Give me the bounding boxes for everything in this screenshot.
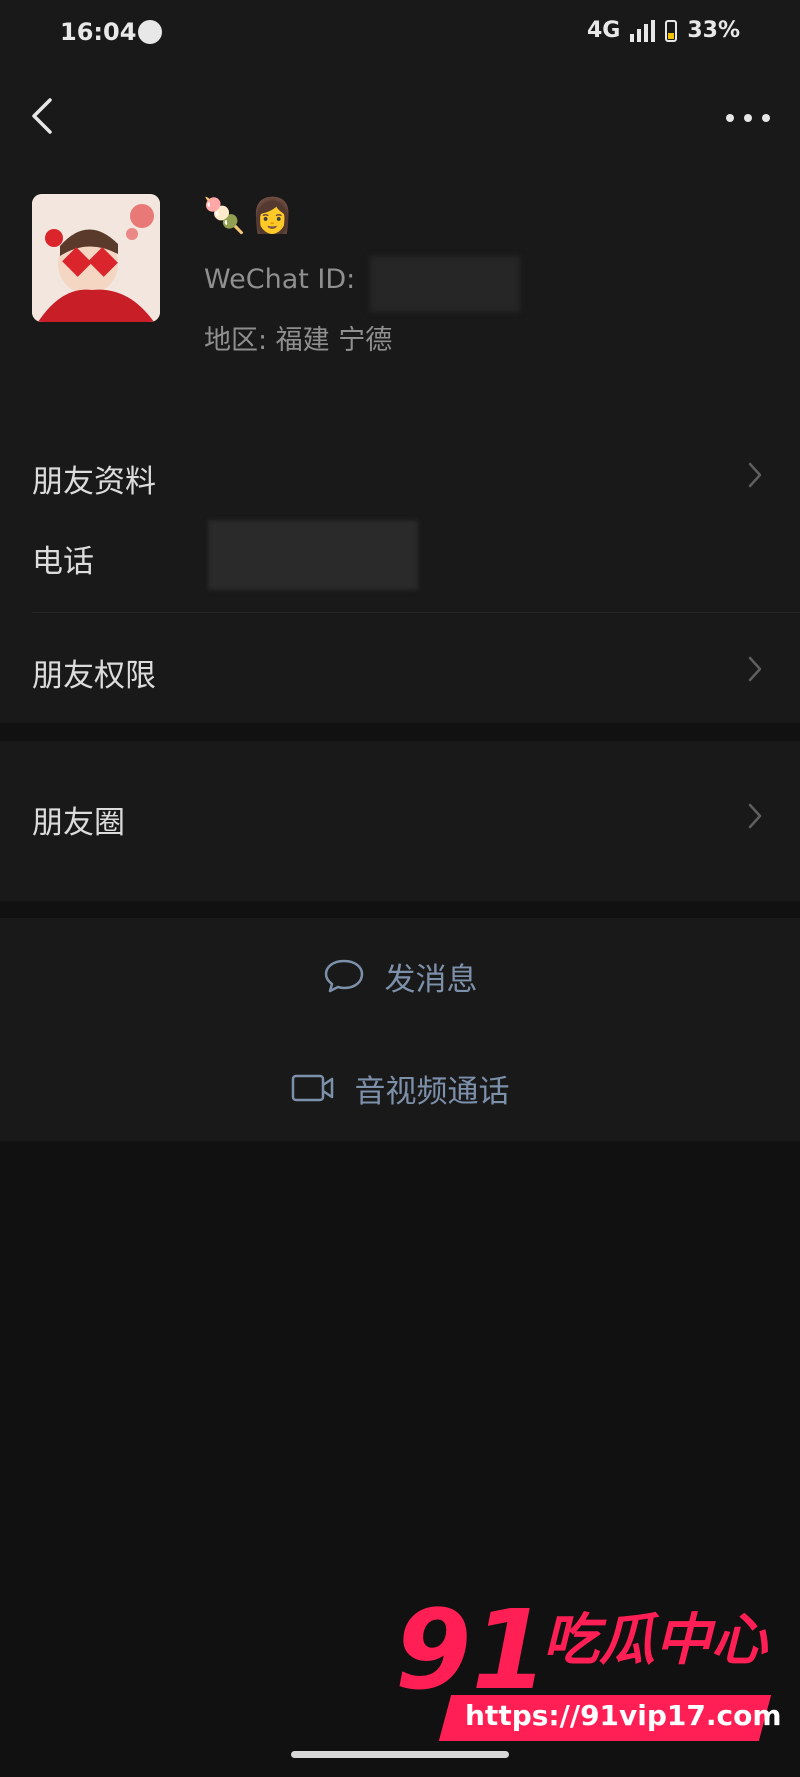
friend-profile-label: 朋友资料	[32, 464, 156, 500]
divider	[32, 612, 800, 613]
wechat-id-value-redacted	[370, 256, 520, 312]
nickname: 🍡👩	[203, 196, 300, 236]
info-section: 朋友资料 电话 朋友权限	[0, 418, 800, 723]
phone-label: 电话	[32, 544, 94, 580]
battery-level: 33%	[687, 18, 740, 43]
signal-icon	[630, 19, 656, 42]
phone-number-redacted	[208, 520, 418, 590]
chevron-right-icon	[748, 803, 762, 829]
call-status-icon	[138, 20, 162, 44]
video-camera-icon	[291, 1074, 333, 1102]
watermark-number: 91	[395, 1586, 549, 1714]
moments-row[interactable]: 朋友圈	[0, 741, 800, 901]
avatar[interactable]	[32, 194, 160, 322]
more-dot-icon	[762, 114, 770, 122]
friend-permissions-label: 朋友权限	[32, 658, 156, 694]
profile-header: 🍡👩 WeChat ID: 地区: 福建 宁德	[0, 66, 800, 418]
back-button[interactable]	[22, 94, 66, 138]
back-arrow-icon	[32, 98, 52, 134]
moments-label: 朋友圈	[32, 805, 125, 841]
watermark-logo: 91 吃瓜中心 https://91vip17.com	[395, 1595, 785, 1745]
status-time: 16:04	[60, 18, 137, 46]
chevron-right-icon	[748, 656, 762, 682]
action-section: 发消息 音视频通话	[0, 918, 800, 1141]
more-options-button[interactable]	[726, 106, 770, 130]
send-message-button[interactable]: 发消息	[0, 926, 800, 1026]
battery-icon	[665, 19, 678, 42]
status-indicators: 4G 33%	[587, 18, 740, 43]
avatar-image	[32, 194, 160, 322]
watermark-name: 吃瓜中心	[543, 1608, 767, 1673]
more-dot-icon	[744, 114, 752, 122]
video-call-button[interactable]: 音视频通话	[0, 1038, 800, 1138]
more-dot-icon	[726, 114, 734, 122]
status-bar: 16:04 4G 33%	[0, 0, 800, 66]
region: 地区: 福建 宁德	[204, 325, 393, 356]
wechat-id-label: WeChat ID:	[204, 264, 356, 295]
home-indicator[interactable]	[291, 1751, 509, 1758]
video-call-label: 音视频通话	[354, 1073, 510, 1110]
watermark-url: https://91vip17.com	[465, 1699, 782, 1732]
chevron-right-icon	[748, 462, 762, 488]
network-type: 4G	[586, 18, 621, 43]
chat-bubble-icon	[324, 959, 363, 993]
send-message-label: 发消息	[384, 961, 478, 998]
